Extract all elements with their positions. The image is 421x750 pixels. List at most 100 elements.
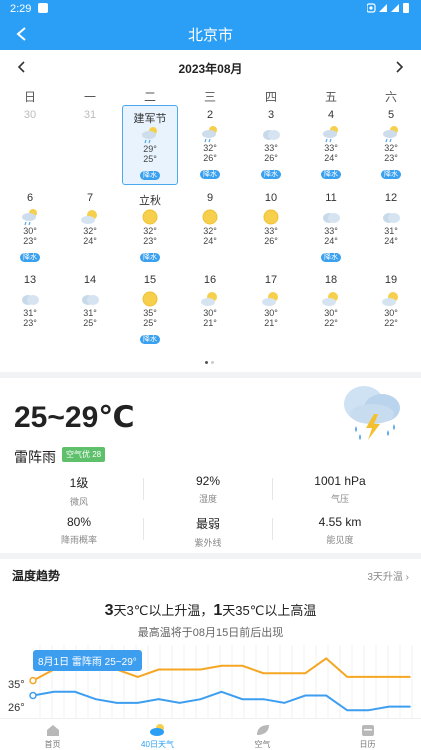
calendar-day[interactable]: 13 31° 23° bbox=[2, 270, 58, 350]
calendar-day[interactable]: 12 31° 24° bbox=[363, 188, 419, 268]
tab-leaf[interactable]: 空气 bbox=[210, 719, 315, 750]
weather-stat: 1001 hPa 气压 bbox=[285, 474, 395, 505]
chart-point bbox=[304, 672, 307, 674]
cloud-icon bbox=[243, 125, 299, 143]
y-axis-label-low: 26° bbox=[8, 702, 25, 714]
cloud-icon bbox=[2, 290, 58, 308]
page-title: 北京市 bbox=[187, 27, 233, 44]
cloud-icon bbox=[303, 208, 359, 226]
low-temp: 22° bbox=[384, 318, 398, 328]
page-dot bbox=[211, 361, 214, 364]
calendar-day[interactable]: 17 30° 21° bbox=[243, 270, 299, 350]
calendar-day[interactable]: 11 33° 24° 降水 bbox=[303, 188, 359, 268]
calendar-icon bbox=[315, 722, 420, 738]
title-bar: 北京市 bbox=[0, 20, 421, 48]
calendar-day[interactable]: 16 30° 21° bbox=[182, 270, 238, 350]
calendar-day[interactable]: 31 bbox=[62, 105, 118, 185]
stat-divider bbox=[272, 518, 273, 540]
notification-icon bbox=[38, 3, 48, 13]
chart-point bbox=[199, 668, 202, 671]
trend-message: 3天3℃以上升温，1天35℃以上高温 bbox=[0, 600, 421, 620]
day-label: 建军节 bbox=[133, 113, 167, 125]
stat-divider bbox=[143, 478, 144, 500]
trend-count: 3 bbox=[104, 602, 114, 619]
tab-calendar[interactable]: 日历 bbox=[315, 719, 420, 750]
chart-point bbox=[220, 665, 223, 667]
leaf-icon bbox=[210, 722, 315, 738]
rain-badge: 降水 bbox=[20, 253, 40, 262]
calendar-day[interactable]: 9 32° 24° bbox=[182, 188, 238, 268]
calendar-day[interactable]: 2 32° 26° 降水 bbox=[182, 105, 238, 185]
chart-point bbox=[74, 691, 76, 693]
day-label: 11 bbox=[325, 192, 337, 204]
calendar-day[interactable]: 4 33° 24° 降水 bbox=[303, 105, 359, 185]
chart-point bbox=[325, 657, 328, 660]
app-header: 2:29 北京市 bbox=[0, 0, 421, 50]
tab-home[interactable]: 首页 bbox=[0, 719, 105, 750]
calendar-day[interactable]: 立秋 32° 23° 降水 bbox=[122, 188, 178, 268]
chart-point bbox=[388, 676, 390, 678]
trend-more-link[interactable]: 3天升温 › bbox=[367, 568, 409, 583]
low-temp: 24° bbox=[324, 153, 338, 163]
chart-point bbox=[367, 676, 369, 678]
partly-cloudy-icon bbox=[182, 290, 238, 308]
low-temp: 26° bbox=[203, 153, 217, 163]
rain-badge: 降水 bbox=[140, 253, 160, 262]
high-temp: 30° bbox=[384, 308, 398, 318]
month-navigation: 2023年08月 bbox=[0, 58, 421, 78]
high-temp: 33° bbox=[324, 226, 338, 236]
aqi-badge: 空气优 28 bbox=[62, 447, 106, 462]
day-label: 3 bbox=[267, 109, 275, 121]
calendar-day[interactable]: 18 30° 22° bbox=[303, 270, 359, 350]
today-condition: 雷阵雨 bbox=[14, 449, 56, 465]
calendar-day[interactable]: 5 32° 23° 降水 bbox=[363, 105, 419, 185]
trend-more-label: 3天升温 bbox=[367, 572, 403, 583]
chart-point bbox=[346, 676, 349, 678]
calendar-day[interactable]: 19 30° 22° bbox=[363, 270, 419, 350]
weekday-label: 日 bbox=[23, 90, 36, 104]
calendar-day[interactable]: 30 bbox=[2, 105, 58, 185]
stat-label: 能见度 bbox=[326, 535, 354, 545]
chart-point bbox=[262, 698, 265, 700]
low-temp: 23° bbox=[23, 318, 37, 328]
chart-point bbox=[241, 698, 244, 700]
weather-stat: 80% 降雨概率 bbox=[24, 515, 134, 546]
chart-point bbox=[367, 709, 369, 712]
chart-point bbox=[178, 702, 181, 704]
partly-cloudy-icon bbox=[62, 208, 118, 226]
chart-point bbox=[388, 705, 390, 708]
stat-value: 92% bbox=[195, 474, 221, 488]
stat-value: 1级 bbox=[69, 476, 89, 490]
calendar-day-selected[interactable]: 建军节 29° 25° 降水 bbox=[122, 105, 178, 185]
day-label: 7 bbox=[86, 192, 94, 204]
day-label: 17 bbox=[264, 274, 278, 286]
calendar-day[interactable]: 10 33° 26° bbox=[243, 188, 299, 268]
home-icon bbox=[0, 722, 105, 738]
chart-point bbox=[157, 668, 160, 671]
next-month-button[interactable] bbox=[391, 59, 407, 75]
low-temp: 21° bbox=[203, 318, 217, 328]
low-temp: 23° bbox=[384, 153, 398, 163]
calendar-day[interactable]: 7 32° 24° bbox=[62, 188, 118, 268]
tab-weather-cloud[interactable]: 40日天气 bbox=[105, 719, 210, 750]
calendar-day[interactable]: 15 35° 25° 降水 bbox=[122, 270, 178, 350]
low-temp: 23° bbox=[23, 236, 37, 246]
stat-value: 1001 hPa bbox=[314, 474, 366, 488]
low-temp-series-line bbox=[32, 690, 410, 712]
stat-divider bbox=[143, 518, 144, 540]
day-label: 18 bbox=[324, 274, 338, 286]
calendar-day[interactable]: 3 33° 26° 降水 bbox=[243, 105, 299, 185]
weekday-label: 四 bbox=[264, 90, 277, 104]
calendar-day[interactable]: 14 31° 25° bbox=[62, 270, 118, 350]
weather-stat: 1级 微风 bbox=[24, 474, 134, 508]
low-temp: 25° bbox=[143, 154, 157, 164]
bottom-tab-bar: 首页 40日天气 空气 日历 bbox=[0, 718, 421, 750]
chart-point bbox=[29, 676, 37, 685]
day-label: 16 bbox=[203, 274, 217, 286]
weekday-label: 五 bbox=[324, 90, 337, 104]
low-temp: 25° bbox=[143, 318, 157, 328]
day-label: 立秋 bbox=[139, 195, 161, 207]
signal-battery-icon bbox=[366, 3, 409, 13]
today-temperature-range: 25~29℃ bbox=[14, 401, 135, 434]
calendar-day[interactable]: 6 30° 23° 降水 bbox=[2, 188, 58, 268]
